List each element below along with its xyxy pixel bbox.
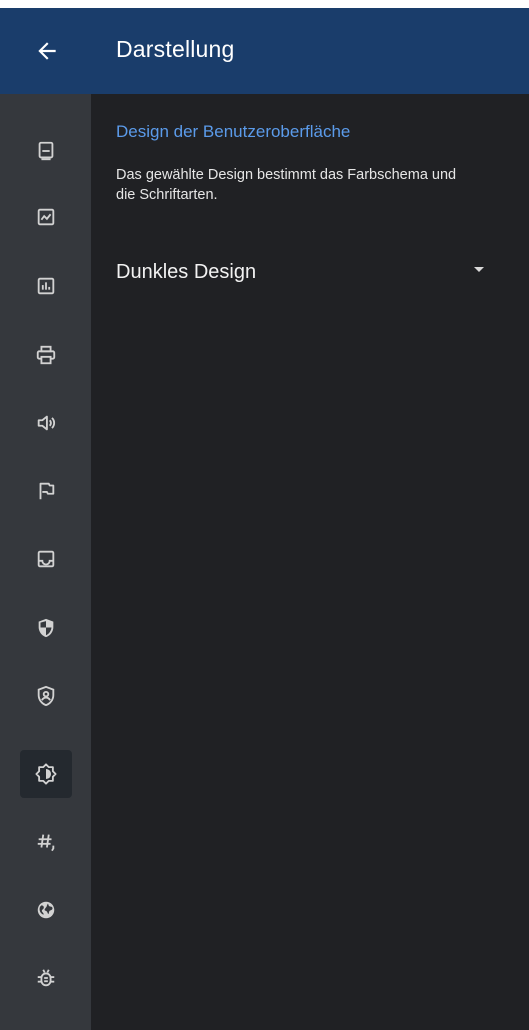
design-select[interactable]: Dunkles Design [116, 250, 496, 294]
dropdown-arrow-icon [474, 267, 484, 272]
nav-item-image[interactable] [20, 193, 72, 241]
section-description: Das gewählte Design bestimmt das Farbsch… [116, 167, 457, 203]
settings-screen: Darstellung Design der Benutzeroberfläch… [0, 0, 529, 1030]
shield-icon [38, 618, 54, 638]
display-icon [38, 141, 54, 161]
nav-item-hash[interactable] [20, 818, 72, 866]
speaker-icon [37, 415, 56, 431]
nav-item-debug[interactable] [20, 954, 72, 1002]
brightness-icon [35, 763, 57, 785]
page-title: Darstellung [116, 36, 235, 62]
status-strip [0, 0, 529, 8]
chart-icon [37, 277, 55, 295]
app-bar: Darstellung [0, 8, 529, 94]
settings-content: Design der Benutzeroberfläche Das gewähl… [91, 94, 529, 1030]
section-title: Design der Benutzeroberfläche [116, 122, 351, 141]
arrow-back-icon [38, 42, 56, 60]
nav-item-chart[interactable] [20, 262, 72, 310]
hash-icon [37, 834, 55, 852]
image-icon [37, 208, 55, 226]
nav-item-display[interactable] [20, 127, 72, 175]
back-button[interactable] [30, 34, 64, 68]
nav-item-inbox[interactable] [20, 535, 72, 583]
nav-item-flag[interactable] [20, 467, 72, 515]
printer-icon [36, 345, 56, 365]
nav-item-privacy[interactable] [20, 672, 72, 720]
user-shield-icon [37, 685, 55, 707]
globe-icon [37, 901, 55, 919]
bug-icon [37, 969, 55, 987]
nav-item-sound[interactable] [20, 399, 72, 447]
settings-nav-rail [0, 94, 91, 1030]
nav-item-language[interactable] [20, 886, 72, 934]
flag-icon [39, 482, 55, 500]
design-select-value: Dunkles Design [116, 260, 257, 283]
nav-item-appearance[interactable] [20, 750, 72, 798]
nav-item-security[interactable] [20, 604, 72, 652]
inbox-icon [37, 550, 55, 568]
nav-item-printer[interactable] [20, 331, 72, 379]
